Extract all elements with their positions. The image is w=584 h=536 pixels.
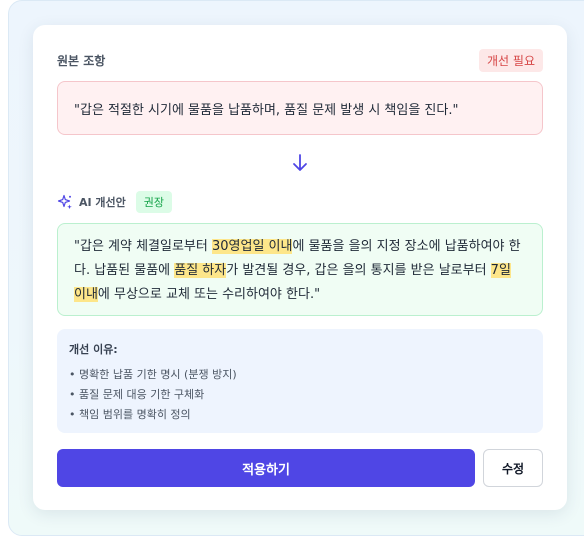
arrow-down-icon bbox=[293, 154, 307, 171]
apply-button[interactable]: 적용하기 bbox=[57, 449, 475, 487]
improved-text-part: 에 무상으로 교체 또는 수리하여야 한다." bbox=[97, 287, 321, 302]
highlight-delivery-deadline: 30영업일 이내 bbox=[211, 239, 293, 254]
original-header: 원본 조항 개선 필요 bbox=[57, 49, 543, 72]
reason-item: • 명확한 납품 기한 명시 (분쟁 방지) bbox=[69, 368, 237, 381]
original-label: 원본 조항 bbox=[57, 54, 106, 68]
original-clause-box: "갑은 적절한 시기에 물품을 납품하며, 품질 문제 발생 시 책임을 진다.… bbox=[57, 81, 543, 135]
improved-text-part: "갑은 계약 체결일로부터 bbox=[74, 239, 212, 254]
clause-improvement-card: 원본 조항 개선 필요 "갑은 적절한 시기에 물품을 납품하며, 품질 문제 … bbox=[33, 25, 567, 510]
improved-clause-box: "갑은 계약 체결일로부터 30영업일 이내에 물품을 을의 지정 장소에 납품… bbox=[57, 223, 543, 316]
reason-title: 개선 이유: bbox=[69, 343, 118, 356]
ai-suggestion-label: AI 개선안 bbox=[79, 196, 126, 209]
edit-button[interactable]: 수정 bbox=[483, 449, 543, 487]
reason-item: • 품질 문제 대응 기한 구체화 bbox=[69, 388, 205, 401]
improved-text-part: 가 발견될 경우, 갑은 을의 통지를 받은 날로부터 bbox=[226, 263, 491, 278]
ai-suggestion-header: AI 개선안 권장 bbox=[57, 191, 173, 213]
needs-improvement-badge: 개선 필요 bbox=[479, 49, 543, 72]
original-clause-text: "갑은 적절한 시기에 물품을 납품하며, 품질 문제 발생 시 책임을 진다.… bbox=[74, 102, 459, 118]
highlight-quality-defect: 품질 하자 bbox=[174, 263, 227, 278]
sparkle-icon bbox=[57, 194, 72, 210]
reason-item: • 책임 범위를 명확히 정의 bbox=[69, 408, 191, 421]
improvement-reason-box: 개선 이유: • 명확한 납품 기한 명시 (분쟁 방지) • 품질 문제 대응… bbox=[57, 329, 543, 433]
recommended-badge: 권장 bbox=[135, 191, 173, 213]
